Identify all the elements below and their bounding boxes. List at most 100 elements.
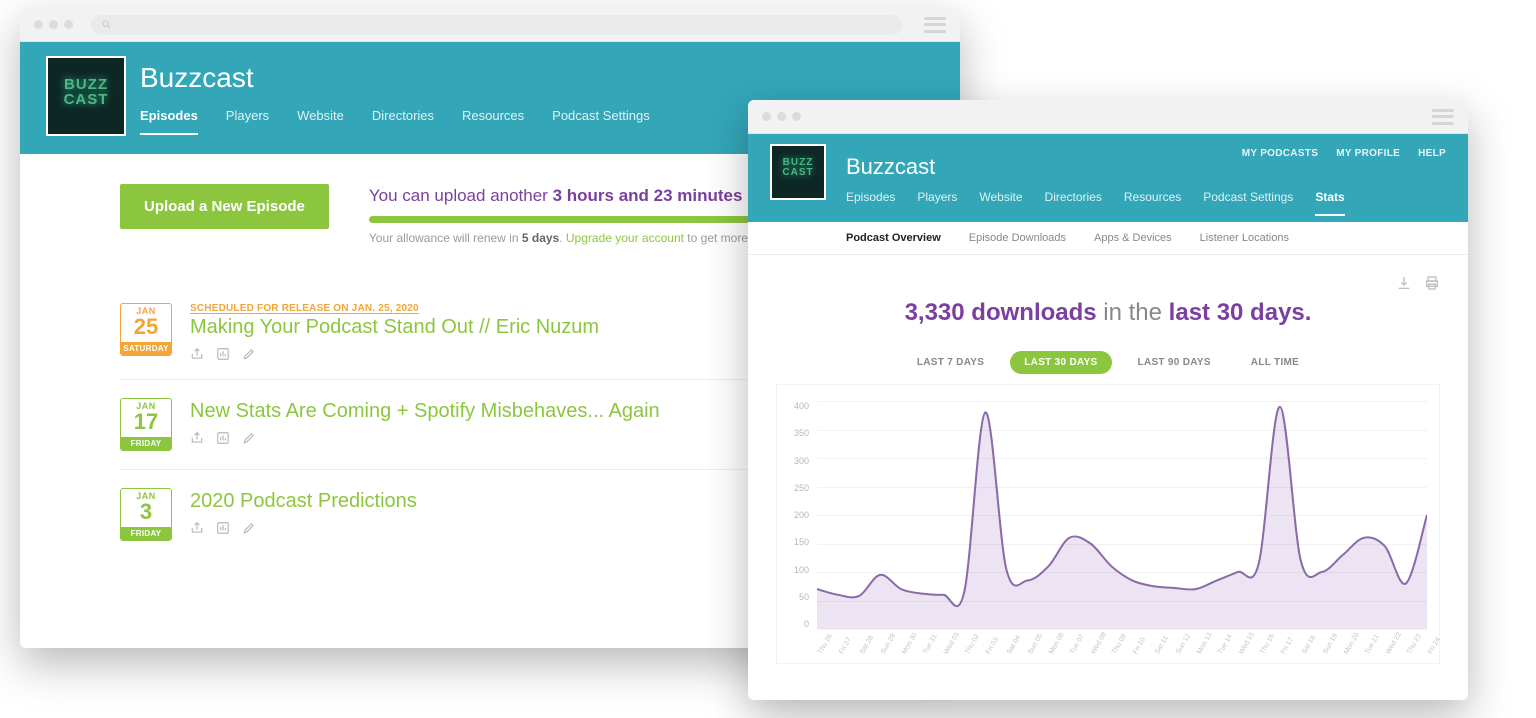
episode-title[interactable]: Making Your Podcast Stand Out // Eric Nu… (190, 316, 802, 339)
window-min-dot[interactable] (777, 112, 786, 121)
downloads-count: 3,330 downloads (905, 299, 1097, 326)
tab-episodes[interactable]: Episodes (140, 108, 198, 135)
x-tick: Thu 16 (1259, 652, 1265, 656)
stats-icon[interactable] (216, 431, 230, 445)
stats-icon[interactable] (216, 347, 230, 361)
episode-actions (190, 521, 802, 535)
chart-plot-area (817, 401, 1427, 629)
y-tick: 150 (783, 537, 809, 547)
date-weekday: FRIDAY (121, 437, 171, 450)
podcast-cover[interactable]: BUZZ CAST (46, 56, 126, 136)
x-tick: Tue 21 (1364, 652, 1370, 656)
x-tick: Tue 07 (1069, 652, 1075, 656)
stats-body: 3,330 downloads in the last 30 days. LAS… (748, 255, 1468, 684)
window-close-dot[interactable] (34, 20, 43, 29)
tab-resources[interactable]: Resources (1124, 190, 1181, 216)
address-bar[interactable] (91, 15, 902, 35)
stats-icon[interactable] (216, 521, 230, 535)
tab-players[interactable]: Players (917, 190, 957, 216)
x-tick: Fri 24 (1427, 652, 1433, 656)
edit-icon[interactable] (242, 521, 256, 535)
allowance-prefix: You can upload another (369, 186, 553, 205)
search-icon (101, 19, 112, 30)
date-weekday: SATURDAY (121, 342, 171, 355)
tab-players[interactable]: Players (226, 108, 269, 135)
x-tick: Fri 10 (1132, 652, 1138, 656)
tab-stats[interactable]: Stats (1315, 190, 1344, 216)
x-tick: Thu 26 (817, 652, 823, 656)
hamburger-icon[interactable] (924, 17, 946, 33)
tab-directories[interactable]: Directories (1045, 190, 1102, 216)
tab-website[interactable]: Website (979, 190, 1022, 216)
upload-episode-button[interactable]: Upload a New Episode (120, 184, 329, 229)
y-tick: 100 (783, 565, 809, 575)
episode-date-badge: JAN 17 FRIDAY (120, 398, 172, 451)
y-tick: 400 (783, 401, 809, 411)
episode-actions (190, 347, 802, 361)
tab-resources[interactable]: Resources (462, 108, 524, 135)
x-tick: Mon 20 (1343, 652, 1349, 656)
x-tick: Sat 18 (1301, 652, 1307, 656)
range-7d[interactable]: LAST 7 DAYS (903, 351, 998, 374)
headline-range: last 30 days. (1169, 299, 1312, 326)
headline-mid: in the (1097, 299, 1169, 326)
window-min-dot[interactable] (49, 20, 58, 29)
tab-settings[interactable]: Podcast Settings (1203, 190, 1293, 216)
y-tick: 200 (783, 510, 809, 520)
window-max-dot[interactable] (792, 112, 801, 121)
stats-window: MY PODCASTS MY PROFILE HELP BUZZ CAST Bu… (748, 100, 1468, 700)
hamburger-icon[interactable] (1432, 109, 1454, 125)
x-tick: Fri 17 (1280, 652, 1286, 656)
y-tick: 0 (783, 619, 809, 629)
stats-headline: 3,330 downloads in the last 30 days. (776, 299, 1440, 327)
allowance-amount: 3 hours and 23 minutes (553, 186, 743, 205)
tab-episodes[interactable]: Episodes (846, 190, 895, 216)
range-tabs: LAST 7 DAYS LAST 30 DAYS LAST 90 DAYS AL… (776, 351, 1440, 374)
subtab-locations[interactable]: Listener Locations (1200, 232, 1289, 244)
main-tabs: Episodes Players Website Directories Res… (846, 190, 1444, 216)
window-controls (762, 112, 801, 121)
y-tick: 350 (783, 428, 809, 438)
share-icon[interactable] (190, 521, 204, 535)
x-tick: Sun 05 (1027, 652, 1033, 656)
downloads-chart: 400350300250200150100500 Thu 26Fri 27Sat… (776, 384, 1440, 664)
x-tick: Thu 02 (964, 652, 970, 656)
episode-actions (190, 431, 802, 445)
x-tick: Wed 22 (1385, 652, 1391, 656)
y-tick: 300 (783, 456, 809, 466)
podcast-title: Buzzcast (140, 62, 936, 94)
podcast-cover[interactable]: BUZZ CAST (770, 144, 826, 200)
x-tick: Mon 13 (1196, 652, 1202, 656)
episode-title[interactable]: 2020 Podcast Predictions (190, 490, 802, 513)
renew-prefix: Your allowance will renew in (369, 231, 522, 245)
window-close-dot[interactable] (762, 112, 771, 121)
x-tick: Thu 09 (1111, 652, 1117, 656)
header-band: MY PODCASTS MY PROFILE HELP BUZZ CAST Bu… (748, 134, 1468, 222)
upgrade-link[interactable]: Upgrade your account (566, 231, 684, 245)
share-icon[interactable] (190, 431, 204, 445)
range-all[interactable]: ALL TIME (1237, 351, 1313, 374)
edit-icon[interactable] (242, 431, 256, 445)
tab-directories[interactable]: Directories (372, 108, 434, 135)
x-tick: Sat 28 (859, 652, 865, 656)
x-tick: Tue 14 (1217, 652, 1223, 656)
print-icon[interactable] (1424, 275, 1440, 291)
y-tick: 50 (783, 592, 809, 602)
edit-icon[interactable] (242, 347, 256, 361)
share-icon[interactable] (190, 347, 204, 361)
download-icon[interactable] (1396, 275, 1412, 291)
range-30d[interactable]: LAST 30 DAYS (1010, 351, 1111, 374)
subtab-overview[interactable]: Podcast Overview (846, 232, 941, 244)
range-90d[interactable]: LAST 90 DAYS (1124, 351, 1225, 374)
window-max-dot[interactable] (64, 20, 73, 29)
subtab-apps[interactable]: Apps & Devices (1094, 232, 1172, 244)
podcast-title: Buzzcast (846, 154, 1444, 180)
tab-website[interactable]: Website (297, 108, 344, 135)
subtab-episode-downloads[interactable]: Episode Downloads (969, 232, 1066, 244)
date-weekday: FRIDAY (121, 527, 171, 540)
cover-text: BUZZ CAST (772, 158, 824, 178)
episode-title[interactable]: New Stats Are Coming + Spotify Misbehave… (190, 400, 802, 423)
x-tick: Wed 08 (1090, 652, 1096, 656)
tab-settings[interactable]: Podcast Settings (552, 108, 650, 135)
window-controls (34, 20, 73, 29)
